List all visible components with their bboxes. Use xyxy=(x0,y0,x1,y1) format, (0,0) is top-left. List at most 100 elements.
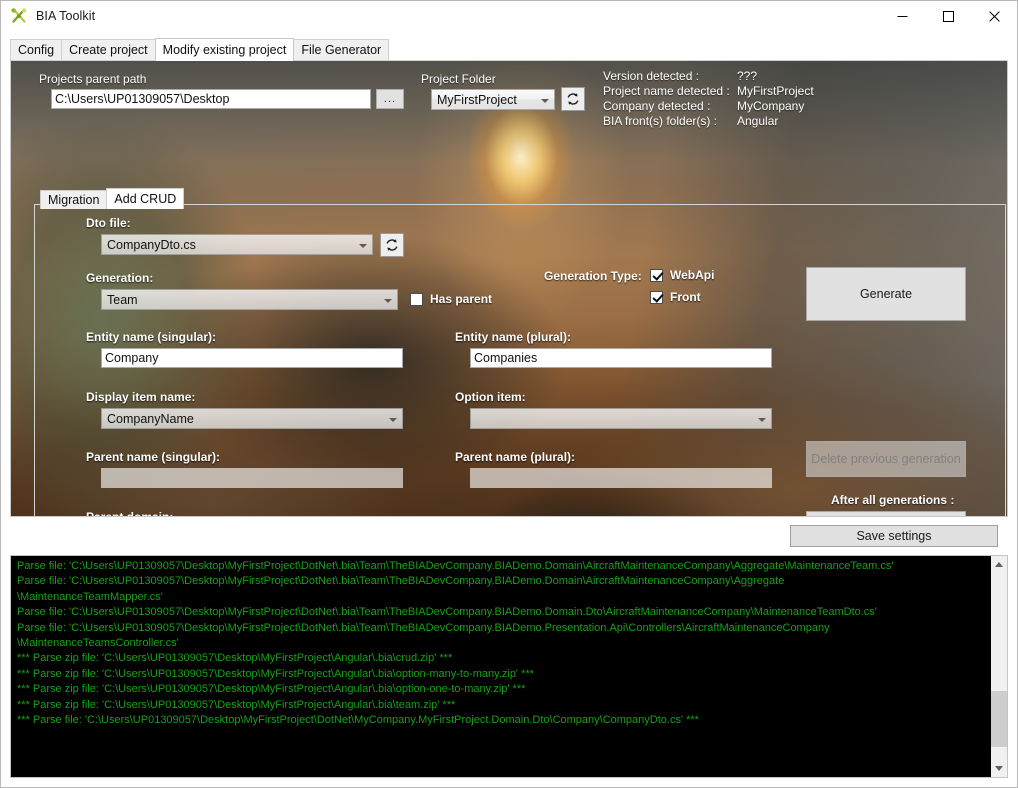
parent-plural-label: Parent name (plural): xyxy=(455,450,576,464)
chevron-down-icon xyxy=(384,298,392,303)
project-folder-value: MyFirstProject xyxy=(437,92,517,107)
log-line: *** Parse file: 'C:\Users\UP01309057\Des… xyxy=(17,714,699,727)
minimize-icon xyxy=(897,15,907,17)
generation-type-front-row[interactable]: Front xyxy=(650,290,701,304)
dto-file-value: CompanyDto.cs xyxy=(107,237,196,252)
log-console-panel: Parse file: 'C:\Users\UP01309057\Desktop… xyxy=(10,555,1008,778)
company-detected-value: MyCompany xyxy=(737,99,805,113)
subtab-migration[interactable]: Migration xyxy=(40,190,108,209)
option-item-select[interactable] xyxy=(470,408,772,429)
entity-singular-label: Entity name (singular): xyxy=(86,330,217,344)
dto-file-select[interactable]: CompanyDto.cs xyxy=(101,234,373,255)
log-line: \MaintenanceTeamMapper.cs' xyxy=(17,590,163,603)
window-title: BIA Toolkit xyxy=(36,9,96,23)
chevron-down-icon xyxy=(758,417,766,422)
project-folder-label: Project Folder xyxy=(421,72,496,86)
scrollbar-thumb[interactable] xyxy=(990,691,1007,747)
bia-front-folders-label: BIA front(s) folder(s) : xyxy=(603,114,718,128)
webapi-checkbox[interactable] xyxy=(650,268,663,282)
log-line: Parse file: 'C:\Users\UP01309057\Desktop… xyxy=(17,606,877,619)
tab-file-generator[interactable]: File Generator xyxy=(293,39,390,60)
tools-icon xyxy=(10,7,28,25)
parent-domain-label: Parent domain: xyxy=(86,510,174,517)
log-line: *** Parse zip file: 'C:\Users\UP01309057… xyxy=(17,698,456,711)
generation-type-webapi-row[interactable]: WebApi xyxy=(650,268,714,282)
option-item-label: Option item: xyxy=(455,390,526,404)
generation-type-label: Generation Type: xyxy=(544,269,642,283)
refresh-icon xyxy=(386,239,398,251)
main-tab-strip: Config Create project Modify existing pr… xyxy=(10,38,1008,61)
has-parent-checkbox[interactable] xyxy=(410,292,423,306)
generate-button[interactable]: Generate xyxy=(806,267,966,321)
scrollbar-track[interactable] xyxy=(990,573,1007,760)
minimize-button[interactable] xyxy=(879,1,925,31)
maximize-button[interactable] xyxy=(925,1,971,31)
chevron-down-icon xyxy=(359,243,367,248)
refresh-icon xyxy=(567,93,579,105)
generation-label: Generation: xyxy=(86,271,154,285)
display-item-label: Display item name: xyxy=(86,390,196,404)
refresh-project-folder-button[interactable] xyxy=(561,87,585,111)
front-label: Front xyxy=(670,290,701,304)
project-name-detected-label: Project name detected : xyxy=(603,84,730,98)
entity-singular-input[interactable] xyxy=(101,348,403,368)
project-header: Projects parent path ... Project Folder … xyxy=(11,61,1007,129)
projects-parent-path-label: Projects parent path xyxy=(39,72,147,86)
log-line: *** Parse zip file: 'C:\Users\UP01309057… xyxy=(17,667,534,680)
generation-value: Team xyxy=(107,292,138,307)
chevron-down-icon xyxy=(995,766,1003,771)
after-all-generations-label: After all generations : xyxy=(831,493,955,507)
close-button[interactable] xyxy=(971,1,1017,31)
refresh-dto-file-button[interactable] xyxy=(380,233,404,257)
title-bar: BIA Toolkit xyxy=(1,1,1017,31)
project-name-detected-value: MyFirstProject xyxy=(737,84,814,98)
log-line: Parse file: 'C:\Users\UP01309057\Desktop… xyxy=(17,560,894,572)
webapi-label: WebApi xyxy=(670,268,715,282)
log-line: *** Parse zip file: 'C:\Users\UP01309057… xyxy=(17,652,453,665)
log-line: Parse file: 'C:\Users\UP01309057\Desktop… xyxy=(17,575,785,588)
parent-plural-input[interactable] xyxy=(470,468,772,488)
delete-previous-generation-button[interactable]: Delete previous generation xyxy=(806,441,966,477)
bia-front-folders-value: Angular xyxy=(737,114,779,128)
chevron-up-icon xyxy=(995,562,1003,567)
sub-tab-strip: Migration Add CRUD xyxy=(40,188,185,209)
chevron-down-icon xyxy=(541,98,549,103)
front-checkbox[interactable] xyxy=(650,290,663,304)
add-crud-panel: Dto file: CompanyDto.cs Generation: Team… xyxy=(34,204,1006,517)
close-icon xyxy=(988,10,1000,22)
has-parent-label: Has parent xyxy=(430,292,493,306)
display-item-select[interactable]: CompanyName xyxy=(101,408,403,429)
log-line: Parse file: 'C:\Users\UP01309057\Desktop… xyxy=(17,621,830,634)
parent-singular-label: Parent name (singular): xyxy=(86,450,221,464)
tab-config[interactable]: Config xyxy=(10,39,63,60)
version-detected-label: Version detected : xyxy=(603,69,700,83)
application-window: BIA Toolkit Config Create project Modify… xyxy=(0,0,1018,788)
save-settings-button[interactable]: Save settings xyxy=(790,525,998,547)
browse-path-button[interactable]: ... xyxy=(376,89,404,109)
tab-create-project[interactable]: Create project xyxy=(61,39,156,60)
display-item-value: CompanyName xyxy=(107,411,194,426)
tab-modify-existing-project[interactable]: Modify existing project xyxy=(154,38,295,61)
company-detected-label: Company detected : xyxy=(603,99,711,113)
generation-select[interactable]: Team xyxy=(101,289,398,310)
window-controls xyxy=(879,1,1017,31)
version-detected-value: ??? xyxy=(737,69,758,83)
scroll-up-button[interactable] xyxy=(990,556,1007,573)
log-console-scrollbar[interactable] xyxy=(990,556,1007,777)
maximize-icon xyxy=(942,10,954,22)
chevron-down-icon xyxy=(389,417,397,422)
settings-strip: Save settings xyxy=(10,517,1008,555)
detection-summary: Version detected : ??? Project name dete… xyxy=(603,69,814,128)
modify-project-panel: Projects parent path ... Project Folder … xyxy=(10,61,1008,517)
dto-file-label: Dto file: xyxy=(86,216,131,230)
entity-plural-input[interactable] xyxy=(470,348,772,368)
has-parent-checkbox-row[interactable]: Has parent xyxy=(410,292,492,306)
project-folder-select[interactable]: MyFirstProject xyxy=(431,89,555,110)
scroll-down-button[interactable] xyxy=(990,760,1007,777)
parent-singular-input[interactable] xyxy=(101,468,403,488)
subtab-add-crud[interactable]: Add CRUD xyxy=(106,188,185,209)
projects-parent-path-input[interactable] xyxy=(51,89,371,109)
log-console-output[interactable]: Parse file: 'C:\Users\UP01309057\Desktop… xyxy=(11,556,990,777)
entity-plural-label: Entity name (plural): xyxy=(455,330,572,344)
log-line: \MaintenanceTeamsController.cs' xyxy=(17,637,179,650)
